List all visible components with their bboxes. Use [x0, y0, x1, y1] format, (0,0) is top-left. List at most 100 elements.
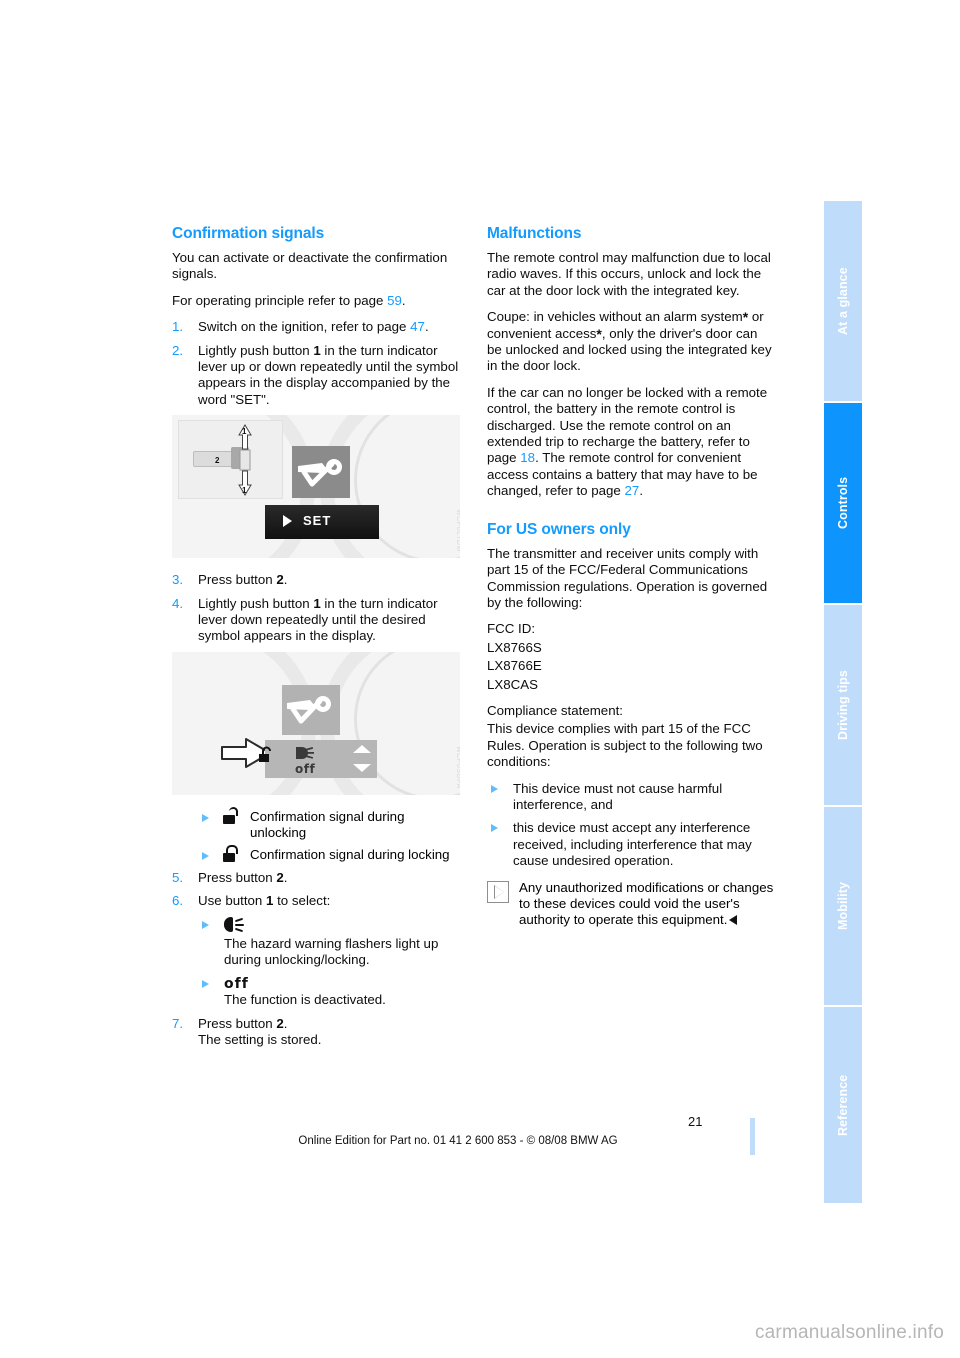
operating-principle-paragraph: For operating principle refer to page 59… — [172, 293, 460, 309]
figure-code: WCP0SUPA — [455, 746, 460, 789]
figure-code: WCP0LTDM — [455, 509, 460, 553]
condition-text: this device must accept any interference… — [513, 820, 752, 869]
step-text-post: to select: — [273, 893, 331, 909]
steps-list-b: 3. Press button 2. 4. Lightly push butto… — [172, 572, 460, 645]
step-number: 4. — [172, 595, 184, 611]
figure-instrument-cluster-set: 1 1 2 SET WCP0LTDM — [172, 415, 460, 559]
select-option-hazard: The hazard warning flashers light up dur… — [198, 916, 460, 969]
select-options-list: The hazard warning flashers light up dur… — [198, 916, 460, 1009]
step-number: 1. — [172, 319, 184, 335]
warning-triangle-icon — [487, 880, 509, 903]
malfunctions-paragraph-2: Coupe: in vehicles without an alarm syst… — [487, 309, 775, 375]
menu-off-label: off — [295, 761, 316, 776]
end-of-note-marker — [729, 915, 738, 926]
lock-icon — [222, 844, 238, 866]
step-text-post: . — [424, 319, 429, 335]
triangle-bullet-icon — [202, 920, 209, 929]
lever-arrows: 1 1 2 — [215, 424, 252, 497]
fcc-id-value: LX8766E — [487, 658, 542, 674]
step-number: 6. — [172, 893, 184, 909]
site-watermark: carmanualsonline.info — [754, 1322, 944, 1343]
step-item: 2. Lightly push button 1 in the turn ind… — [172, 343, 460, 409]
triangle-bullet-icon — [491, 824, 498, 833]
scroll-up-icon — [353, 744, 371, 753]
warning-note: Any unauthorized modifications or change… — [487, 880, 775, 929]
footer-accent-bar — [750, 1118, 755, 1155]
step-text-pre: Use button — [198, 893, 267, 909]
right-text-column: Malfunctions The remote control may malf… — [487, 225, 775, 929]
play-triangle-icon — [283, 515, 292, 528]
set-label: SET — [303, 513, 332, 529]
triangle-bullet-icon — [202, 851, 209, 860]
page-ref-47[interactable]: 47 — [410, 319, 425, 334]
unlock-icon — [222, 806, 238, 828]
step-text-pre: Press button — [198, 1015, 277, 1031]
svg-text:1: 1 — [242, 427, 247, 436]
triangle-bullet-icon — [202, 979, 209, 988]
step-text-pre: Switch on the ignition, refer to page — [198, 319, 411, 335]
triangle-bullet-icon — [491, 784, 498, 793]
compliance-label: Compliance statement: — [487, 702, 623, 718]
section-heading-confirmation-signals: Confirmation signals — [172, 225, 325, 242]
figure-instrument-cluster-menu: off WCP0SUPA — [172, 651, 460, 795]
step-text-pre: Lightly push button — [198, 342, 314, 358]
section-heading-us-owners: For US owners only — [487, 520, 631, 538]
step-item: 5. Press button 2. — [172, 870, 460, 886]
step-text-pre: Press button — [198, 572, 277, 588]
unlock-glyph — [222, 806, 238, 824]
step-number: 5. — [172, 869, 184, 885]
side-tab-label: Controls — [836, 476, 850, 530]
cluster-menu-bar: off — [259, 739, 377, 778]
side-tab-reference[interactable]: Reference — [824, 1007, 862, 1203]
step-item: 7. Press button 2. The setting is stored… — [172, 1016, 460, 1049]
button-ref: 1 — [313, 342, 321, 358]
step-text-post: . — [283, 869, 288, 885]
scroll-down-icon — [353, 763, 371, 772]
side-tab-controls[interactable]: Controls — [824, 403, 862, 603]
left-text-column: Confirmation signals You can activate or… — [172, 225, 460, 1048]
step-item: 1. Switch on the ignition, refer to page… — [172, 319, 460, 335]
step-text-post: . — [283, 1015, 288, 1031]
manual-page: At a glance Controls Driving tips Mobili… — [0, 0, 960, 1358]
page-ref-59[interactable]: 59 — [387, 293, 402, 308]
step-number: 7. — [172, 1015, 184, 1031]
principle-pre: For operating principle refer to page — [172, 292, 388, 308]
key-check-icon — [287, 695, 331, 724]
triangle-bullet-icon — [202, 813, 209, 822]
compliance-text: This device complies with part 15 of the… — [487, 721, 763, 770]
fcc-id-label: FCC ID: — [487, 621, 536, 637]
condition-text: This device must not cause harmful inter… — [513, 780, 723, 812]
off-label: off — [224, 975, 249, 992]
page-number: 21 — [688, 1114, 703, 1129]
condition-item: This device must not cause harmful inter… — [487, 781, 775, 814]
side-tab-at-a-glance[interactable]: At a glance — [824, 201, 862, 401]
steps-list-c: 5. Press button 2. 6. Use button 1 to se… — [172, 870, 460, 910]
set-indicator-bar: SET — [265, 505, 379, 540]
side-tab-label: Reference — [836, 1074, 850, 1136]
symbol-bullet-label: Confirmation signal during unlocking — [250, 808, 405, 841]
lock-glyph — [222, 844, 238, 862]
step-text-pre: Press button — [198, 869, 277, 885]
button-ref: 1 — [313, 595, 321, 611]
steps-list-a: 1. Switch on the ignition, refer to page… — [172, 319, 460, 408]
page-ref-27[interactable]: 27 — [625, 483, 640, 498]
symbol-bullet-list: Confirmation signal during unlocking Con… — [198, 806, 460, 866]
step-item: 4. Lightly push button 1 in the turn ind… — [172, 596, 460, 645]
footer-edition-line: Online Edition for Part no. 01 41 2 600 … — [298, 1135, 618, 1147]
malfunctions-paragraph-3: If the car can no longer be locked with … — [487, 385, 775, 500]
step-number: 2. — [172, 342, 184, 358]
step-text-pre: Lightly push button — [198, 595, 314, 611]
side-tab-mobility[interactable]: Mobility — [824, 807, 862, 1005]
step-text-post: . — [283, 572, 288, 588]
key-symbol-display — [292, 446, 350, 499]
step-number: 3. — [172, 572, 184, 588]
select-option-description: The function is deactivated. — [224, 992, 386, 1008]
page-ref-18[interactable]: 18 — [520, 450, 535, 465]
fcc-id-value: LX8CAS — [487, 676, 538, 692]
condition-item: this device must accept any interference… — [487, 820, 775, 869]
select-option-off: off The function is deactivated. — [198, 976, 460, 1009]
coupe-text-a: Coupe: in vehicles without an alarm syst… — [487, 309, 743, 325]
principle-post: . — [401, 292, 406, 308]
side-tab-label: At a glance — [836, 267, 850, 335]
side-tab-driving-tips[interactable]: Driving tips — [824, 605, 862, 805]
